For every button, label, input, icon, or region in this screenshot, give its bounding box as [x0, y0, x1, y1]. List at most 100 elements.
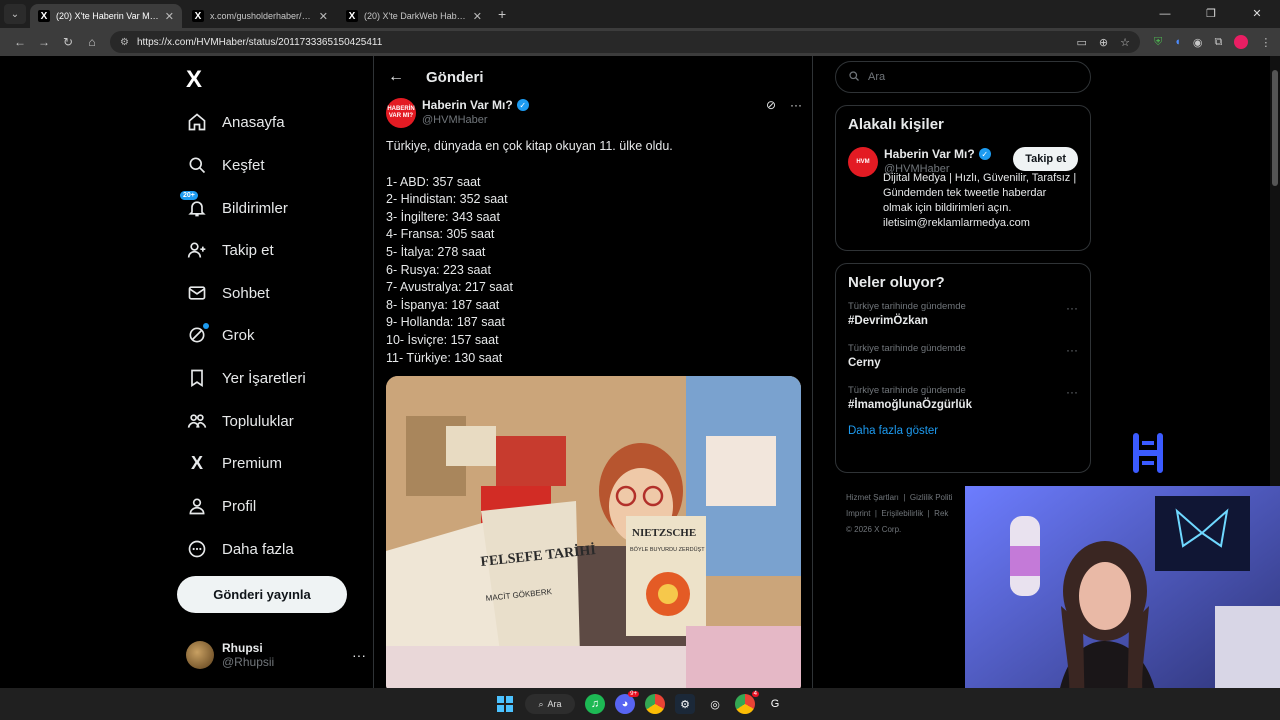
mail-icon: [186, 282, 208, 304]
post-more-icon[interactable]: ···: [790, 98, 802, 128]
nav-label: Keşfet: [222, 156, 265, 174]
nav-label: Takip et: [222, 241, 274, 259]
footer-link[interactable]: Erişilebilirlik: [881, 509, 923, 518]
back-icon[interactable]: ←: [8, 35, 32, 49]
url-text[interactable]: https://x.com/HVMHaber/status/2011733365…: [137, 37, 382, 48]
post-button[interactable]: Gönderi yayınla: [177, 576, 347, 613]
author-name[interactable]: Haberin Var Mı?: [422, 98, 513, 112]
list-item: 6- Rusya: 223 saat: [386, 262, 491, 277]
back-arrow-icon[interactable]: ←: [388, 68, 404, 86]
steam-icon[interactable]: ⚙: [675, 694, 695, 714]
trend-more-icon[interactable]: ···: [1066, 343, 1078, 357]
account-switcher[interactable]: Rhupsi @Rhupsii ···: [186, 640, 366, 670]
account-name: Rhupsi: [222, 641, 263, 655]
shield-extension-icon[interactable]: ⛨: [1154, 36, 1162, 49]
communities-icon: [186, 410, 208, 432]
list-item: 11- Türkiye: 130 saat: [386, 350, 503, 365]
audio-extension-icon[interactable]: ◖: [1174, 36, 1181, 48]
menu-kebab-icon[interactable]: ⋮: [1260, 36, 1271, 49]
x-favicon-icon: X: [192, 10, 204, 22]
search-icon: [186, 154, 208, 176]
new-tab-button[interactable]: +: [498, 6, 506, 22]
home-browser-icon[interactable]: ⌂: [80, 35, 104, 49]
footer-link[interactable]: Rek: [934, 509, 948, 518]
account-more-icon[interactable]: ···: [352, 647, 366, 663]
install-app-icon[interactable]: ▭: [1077, 36, 1087, 49]
tab-2[interactable]: X x.com/gusholderhaber/status/2 ✕: [184, 4, 336, 28]
x-favicon-icon: X: [38, 10, 50, 22]
related-name-row[interactable]: Haberin Var Mı? ✓: [884, 147, 1007, 161]
page-title: Gönderi: [426, 68, 484, 86]
trend-item[interactable]: Türkiye tarihinde gündemde #İmamoğlunaÖz…: [836, 369, 1090, 411]
site-info-icon[interactable]: ⚙: [120, 37, 129, 48]
forward-icon[interactable]: →: [32, 35, 56, 49]
nav-home[interactable]: Anasayfa: [186, 101, 285, 143]
chrome-profile-icon[interactable]: 4: [735, 691, 759, 714]
nav-premium[interactable]: X Premium: [186, 442, 282, 484]
nav-label: Profil: [222, 497, 257, 515]
nav-more[interactable]: Daha fazla: [186, 528, 294, 570]
minimize-icon[interactable]: —: [1142, 0, 1188, 28]
related-name[interactable]: Haberin Var Mı?: [884, 147, 975, 161]
close-window-icon[interactable]: ✕: [1234, 0, 1280, 28]
browser-tabbar: ⌄ X (20) X'te Haberin Var Mı?: "Türk ✕ X…: [0, 0, 1280, 28]
nav-grok[interactable]: Grok: [186, 314, 255, 356]
maximize-icon[interactable]: ❐: [1188, 0, 1234, 28]
trend-tag[interactable]: Cerny: [848, 357, 1078, 369]
discord-icon[interactable]: ◕ 9+: [615, 691, 639, 714]
scrollbar-thumb[interactable]: [1272, 70, 1278, 186]
home-icon: [186, 111, 208, 133]
trend-tag[interactable]: #DevrimÖzkan: [848, 315, 1078, 327]
grok-explain-icon[interactable]: ⊘: [766, 98, 776, 128]
follow-button[interactable]: Takip et: [1013, 147, 1078, 171]
start-icon[interactable]: [495, 694, 515, 714]
chrome-icon[interactable]: [645, 694, 665, 714]
footer-link[interactable]: Imprint: [846, 509, 870, 518]
tab-1[interactable]: X (20) X'te Haberin Var Mı?: "Türk ✕: [30, 4, 182, 28]
footer-link[interactable]: Hizmet Şartları: [846, 493, 899, 502]
nav-chat[interactable]: Sohbet: [186, 272, 270, 314]
trend-item[interactable]: Türkiye tarihinde gündemde #DevrimÖzkan …: [836, 291, 1090, 327]
discord-badge: 9+: [628, 691, 639, 697]
list-item: 5- İtalya: 278 saat: [386, 244, 486, 259]
close-tab-icon[interactable]: ✕: [319, 10, 328, 23]
post-image[interactable]: FELSEFE TARİHİ MACİT GÖKBERK NIETZSCHE B…: [386, 376, 801, 688]
nav-notifications[interactable]: 20+ Bildirimler: [180, 187, 288, 229]
spotify-icon[interactable]: ♫: [585, 694, 605, 714]
tab-search-button[interactable]: ⌄: [4, 4, 26, 24]
taskbar-search[interactable]: ⌕ Ara: [525, 694, 575, 714]
x-logo[interactable]: X: [186, 66, 202, 94]
more-icon: [186, 538, 208, 560]
author-handle[interactable]: @HVMHaber: [422, 114, 529, 126]
search-input[interactable]: Ara: [835, 61, 1091, 93]
close-tab-icon[interactable]: ✕: [165, 10, 174, 23]
puzzle-icon[interactable]: ⧉: [1215, 36, 1223, 49]
obs-icon[interactable]: ◎: [705, 694, 725, 714]
nav-follow[interactable]: Takip et: [186, 229, 274, 271]
show-more-link[interactable]: Daha fazla göster: [836, 411, 1090, 447]
related-title: Alakalı kişiler: [848, 116, 944, 133]
bookmark-star-icon[interactable]: ☆: [1120, 36, 1130, 49]
nav-communities[interactable]: Topluluklar: [186, 400, 294, 442]
nav-bookmarks[interactable]: Yer İşaretleri: [186, 357, 306, 399]
close-tab-icon[interactable]: ✕: [473, 10, 482, 23]
trend-more-icon[interactable]: ···: [1066, 301, 1078, 315]
logitech-icon[interactable]: G: [765, 694, 785, 714]
nav-label: Premium: [222, 454, 283, 472]
stream-logo-icon: [1130, 430, 1166, 476]
trend-item[interactable]: Türkiye tarihinde gündemde Cerny ···: [836, 327, 1090, 369]
tab-3[interactable]: X (20) X'te DarkWeb Haber: "Saku ✕: [338, 4, 490, 28]
reload-icon[interactable]: ↻: [56, 35, 80, 49]
nav-profile[interactable]: Profil: [186, 485, 256, 527]
profile-avatar-icon[interactable]: [1234, 35, 1249, 49]
footer-link[interactable]: Gizlilik Politi: [910, 493, 953, 502]
author-name-row[interactable]: Haberin Var Mı? ✓: [422, 98, 529, 112]
zoom-icon[interactable]: ⊕: [1099, 36, 1108, 49]
author-avatar[interactable]: HABERİN VAR MI?: [386, 98, 416, 128]
url-bar[interactable]: ⚙ https://x.com/HVMHaber/status/20117333…: [110, 31, 1140, 53]
extension-icon[interactable]: ◉: [1193, 36, 1203, 49]
related-avatar[interactable]: HVM: [848, 147, 878, 177]
trend-more-icon[interactable]: ···: [1066, 385, 1078, 399]
trend-tag[interactable]: #İmamoğlunaÖzgürlük: [848, 399, 1078, 411]
nav-explore[interactable]: Keşfet: [186, 144, 265, 186]
